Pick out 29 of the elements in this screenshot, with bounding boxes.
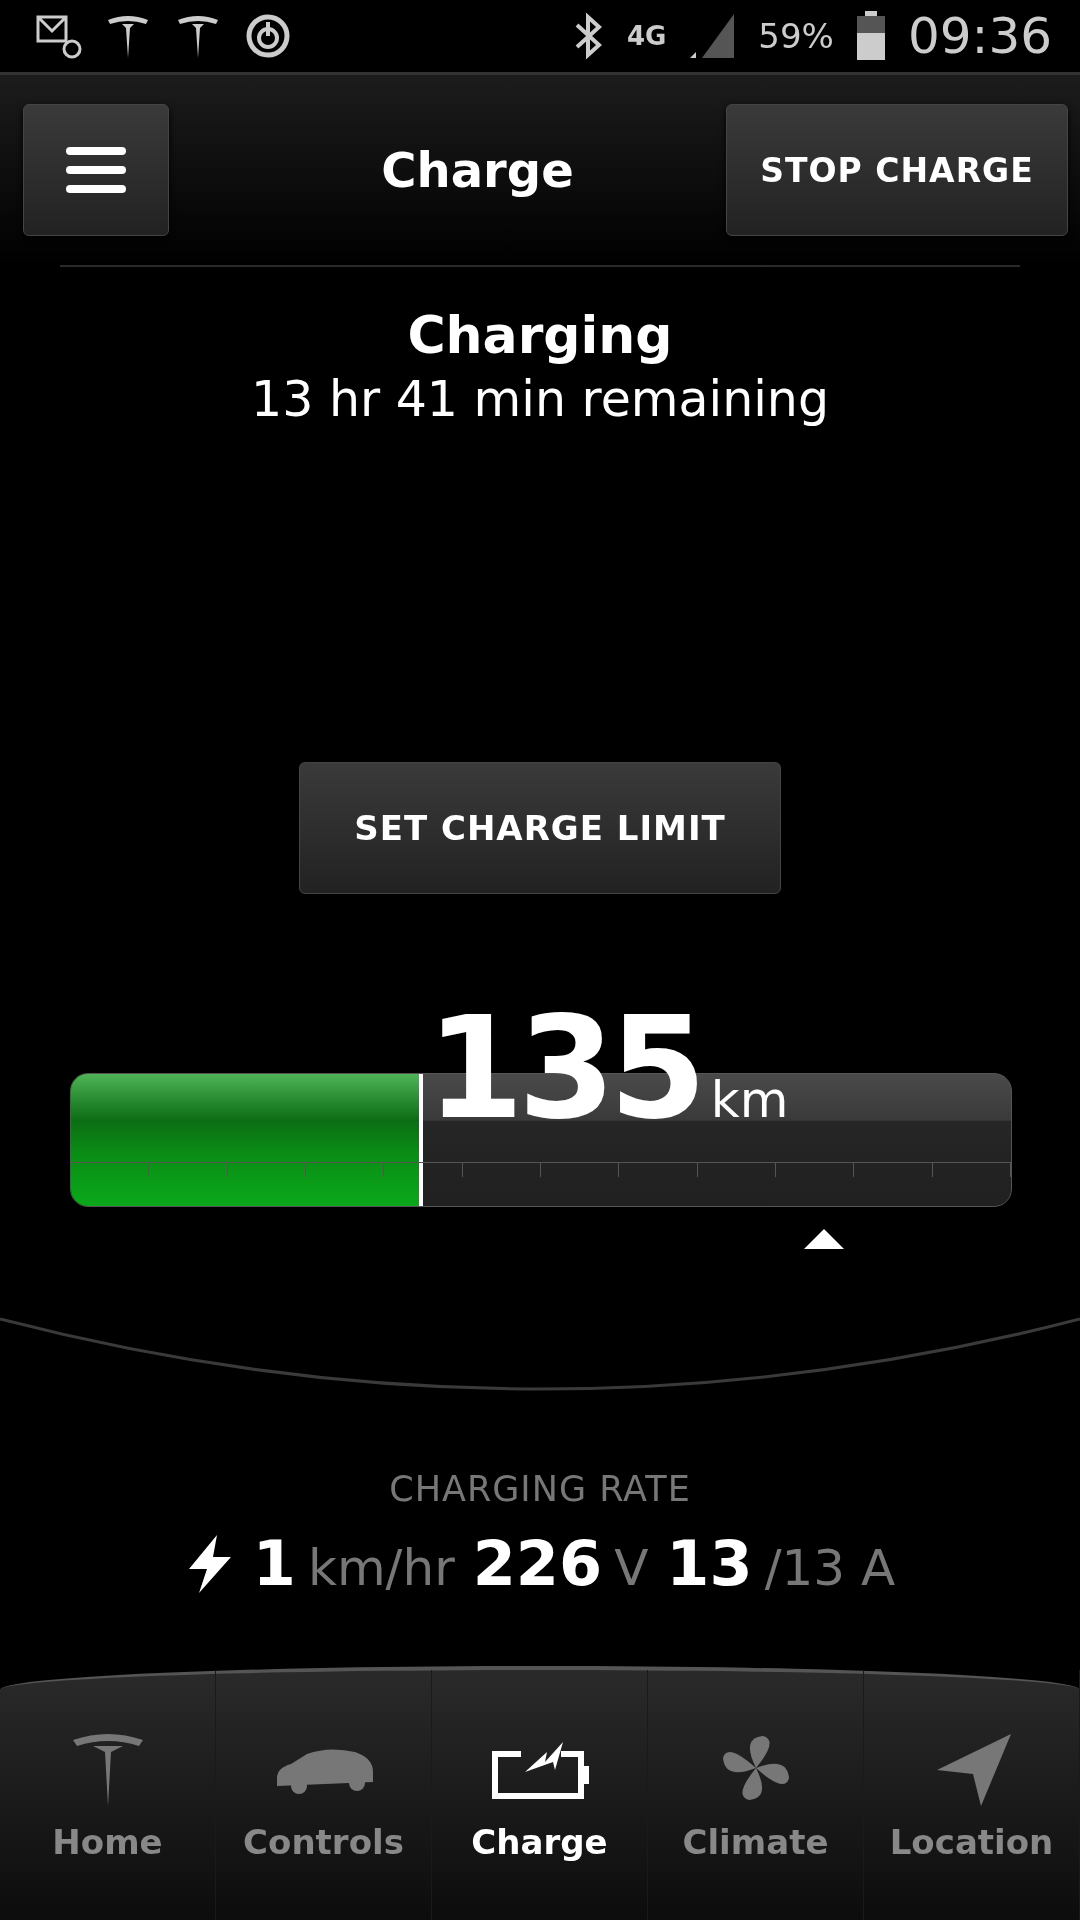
range-unit: km (710, 1071, 789, 1129)
menu-icon (66, 147, 126, 193)
battery-percent: 59% (758, 16, 834, 56)
nav-tab[interactable]: Location (864, 1670, 1080, 1920)
range-value: 135 (426, 999, 701, 1139)
charging-rate-label: CHARGING RATE (389, 1469, 691, 1509)
menu-button[interactable] (23, 104, 169, 236)
nav-tab[interactable]: Home (0, 1670, 216, 1920)
nav-tab[interactable]: Climate (648, 1670, 864, 1920)
page-title: Charge (380, 142, 575, 198)
stop-charge-button[interactable]: STOP CHARGE (726, 104, 1068, 236)
network-type: 4G (626, 23, 667, 49)
time-remaining: 13 hr 41 min remaining (251, 371, 829, 428)
set-charge-limit-button[interactable]: SET CHARGE LIMIT (299, 762, 781, 894)
nav-tab[interactable]: Charge (432, 1670, 648, 1920)
nav-tab[interactable]: Controls (216, 1670, 432, 1920)
charging-status: Charging (407, 305, 673, 365)
signal-icon (688, 12, 737, 60)
rate-value: 13 (666, 1527, 753, 1600)
clock: 09:36 (907, 7, 1052, 65)
rate-value: 226 (472, 1527, 603, 1600)
charge-limit-marker[interactable] (803, 1229, 844, 1249)
email-icon (36, 13, 82, 59)
battery-icon (855, 11, 886, 61)
rate-unit: km/hr (307, 1539, 455, 1597)
rate-unit: V (614, 1539, 649, 1597)
power-ring-icon (244, 12, 292, 60)
rate-unit: /13 A (764, 1539, 896, 1597)
rate-value: 1 (252, 1527, 296, 1600)
